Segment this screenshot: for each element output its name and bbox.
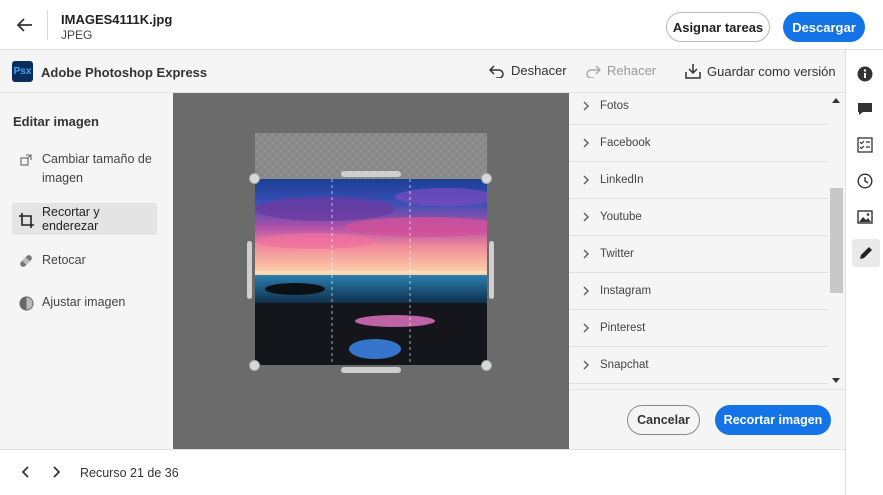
checklist-icon xyxy=(857,137,873,153)
adjust-label: Ajustar imagen xyxy=(42,295,126,309)
crop-edge-bottom[interactable] xyxy=(341,367,401,373)
chevron-right-icon xyxy=(583,360,590,370)
preset-facebook[interactable]: Facebook xyxy=(569,125,828,162)
asset-counter: Recurso 21 de 36 xyxy=(80,466,179,480)
scroll-up-icon[interactable] xyxy=(832,97,840,103)
preset-pinterest[interactable]: Pinterest xyxy=(569,310,828,347)
resize-label: Cambiar tamaño de imagen xyxy=(42,152,152,185)
asset-navigation: Recurso 21 de 36 xyxy=(0,449,845,495)
redo-icon xyxy=(586,64,601,78)
download-button[interactable]: Descargar xyxy=(783,12,865,42)
crop-edge-left[interactable] xyxy=(247,241,252,299)
crop-handle-bottom-right[interactable] xyxy=(481,360,492,371)
preset-instagram[interactable]: Instagram xyxy=(569,273,828,310)
edit-icon xyxy=(860,247,872,259)
adjust-icon xyxy=(18,294,34,311)
chevron-right-icon xyxy=(583,138,590,148)
adjust-image-option[interactable]: Ajustar imagen xyxy=(12,287,157,317)
chevron-right-icon xyxy=(583,286,590,296)
renditions-button[interactable] xyxy=(854,206,876,228)
retouch-option[interactable]: Retocar xyxy=(12,245,157,275)
chevron-right-icon xyxy=(53,466,60,478)
top-bar: IMAGES4111K.jpg JPEG Asignar tareas Desc… xyxy=(0,0,883,50)
crop-handle-top-left[interactable] xyxy=(249,173,260,184)
chevron-right-icon xyxy=(583,175,590,185)
chevron-right-icon xyxy=(583,323,590,333)
panel-heading: Editar imagen xyxy=(13,114,99,129)
psx-logo: Psx xyxy=(12,61,33,82)
back-button[interactable] xyxy=(13,13,37,37)
preset-linkedin[interactable]: LinkedIn xyxy=(569,162,828,199)
chevron-left-icon xyxy=(22,466,29,478)
preset-label: Youtube xyxy=(600,211,642,223)
previous-asset-button[interactable] xyxy=(18,464,34,480)
edit-image-panel: Editar imagen Cambiar tamaño de imagen R… xyxy=(0,93,173,449)
preset-label: Instagram xyxy=(600,285,652,297)
scroll-thumb[interactable] xyxy=(830,188,843,293)
crop-handle-top-right[interactable] xyxy=(481,173,492,184)
header-divider xyxy=(47,10,48,40)
undo-label: Deshacer xyxy=(511,63,567,78)
undo-icon xyxy=(489,64,504,78)
chevron-right-icon xyxy=(583,101,590,111)
undo-button[interactable]: Deshacer xyxy=(489,63,567,78)
image-canvas[interactable] xyxy=(173,93,569,449)
crop-handle-bottom-left[interactable] xyxy=(249,360,260,371)
crop-image-button[interactable]: Recortar imagen xyxy=(715,405,831,435)
crop-label: Recortar y enderezar xyxy=(42,205,100,233)
redo-button[interactable]: Rehacer xyxy=(585,63,656,78)
crop-edge-right[interactable] xyxy=(489,241,494,299)
crop-icon xyxy=(18,211,34,228)
save-download-icon xyxy=(685,64,701,79)
preset-youtube[interactable]: Youtube xyxy=(569,199,828,236)
preset-label: Pinterest xyxy=(600,322,646,334)
file-name: IMAGES4111K.jpg xyxy=(61,12,173,27)
assign-tasks-button[interactable]: Asignar tareas xyxy=(666,12,770,42)
editor-toolbar: Psx Adobe Photoshop Express Deshacer Reh… xyxy=(0,50,845,93)
tasks-button[interactable] xyxy=(854,134,876,156)
cancel-button[interactable]: Cancelar xyxy=(627,405,700,435)
preset-label: Facebook xyxy=(600,137,651,149)
next-asset-button[interactable] xyxy=(48,464,64,480)
comment-icon xyxy=(858,103,872,115)
crop-presets-list: Fotos Facebook LinkedIn Youtube Twitter … xyxy=(569,93,845,389)
preset-label: Fotos xyxy=(600,100,629,112)
save-version-label: Guardar como versión xyxy=(707,63,836,79)
file-type: JPEG xyxy=(61,28,93,42)
image-icon xyxy=(857,210,873,224)
crop-edge-top[interactable] xyxy=(341,171,401,177)
save-version-button[interactable]: Guardar como versión xyxy=(685,63,836,79)
history-icon xyxy=(857,173,873,189)
resize-image-option[interactable]: Cambiar tamaño de imagen xyxy=(12,150,157,190)
preset-label: LinkedIn xyxy=(600,174,644,186)
chevron-right-icon xyxy=(583,249,590,259)
preset-label: Twitter xyxy=(600,248,634,260)
retouch-label: Retocar xyxy=(42,253,86,267)
preset-twitter[interactable]: Twitter xyxy=(569,236,828,273)
scroll-down-icon[interactable] xyxy=(832,378,840,384)
right-rail xyxy=(845,50,883,495)
crop-straighten-option[interactable]: Recortar y enderezar xyxy=(12,203,157,235)
arrow-left-icon xyxy=(16,18,32,32)
photo-preview xyxy=(255,179,487,365)
info-button[interactable] xyxy=(854,63,876,85)
preset-label: Snapchat xyxy=(600,359,649,371)
edit-button[interactable] xyxy=(852,239,880,267)
history-button[interactable] xyxy=(854,170,876,192)
comment-button[interactable] xyxy=(854,98,876,120)
redo-label: Rehacer xyxy=(607,63,657,78)
app-title: Adobe Photoshop Express xyxy=(41,65,208,80)
chevron-right-icon xyxy=(583,212,590,222)
preset-fotos[interactable]: Fotos xyxy=(569,93,828,125)
bandage-icon xyxy=(18,251,34,269)
info-icon xyxy=(857,66,873,82)
preset-snapchat[interactable]: Snapchat xyxy=(569,347,828,384)
resize-icon xyxy=(18,150,34,166)
